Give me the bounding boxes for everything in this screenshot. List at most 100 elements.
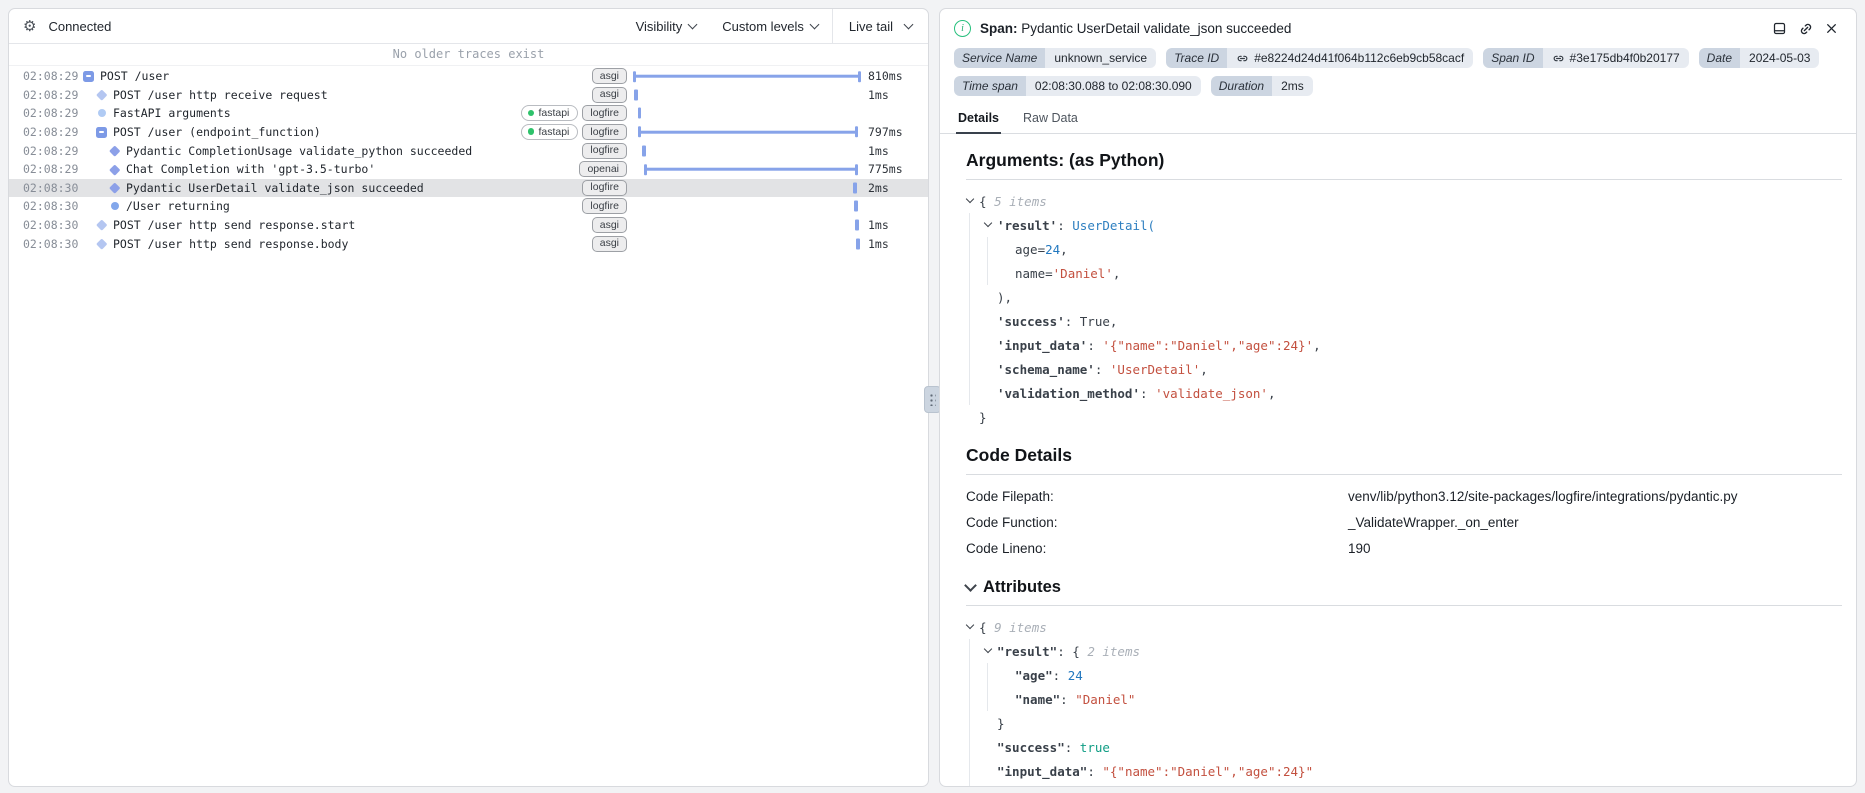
token: 'success': [997, 313, 1065, 329]
badge-trace-id[interactable]: Trace ID #e8224d24d41f064b112c6eb9cb58cac…: [1166, 48, 1474, 68]
live-tail-label: Live tail: [848, 18, 893, 34]
tag-chip-fastapi[interactable]: fastapi: [520, 124, 579, 141]
trace-timestamp: 02:08:29: [23, 125, 79, 140]
trace-row[interactable]: 02:08:30 POST /user http send response.st…: [9, 216, 928, 235]
token: :: [1140, 385, 1156, 401]
tag-chip-fastapi[interactable]: fastapi: [520, 105, 579, 122]
span-instant-tick: [637, 107, 642, 119]
chevron-down-icon: [964, 579, 977, 592]
tag-chip-asgi[interactable]: asgi: [591, 235, 627, 252]
tree-line: { 5 items: [966, 189, 1842, 213]
token: ,: [1313, 337, 1321, 353]
badge-value[interactable]: #e8224d24d41f064b112c6eb9cb58cacf: [1227, 48, 1474, 68]
span-name-label: Chat Completion with 'gpt-3.5-turbo': [126, 162, 376, 177]
tag-chip-logfire[interactable]: logfire: [582, 124, 627, 141]
span-duration-bar: [633, 75, 861, 78]
code-detail-row: Code Filepath: venv/lib/python3.12/site-p…: [966, 484, 1842, 510]
badge-date: Date 2024-05-03: [1698, 48, 1820, 68]
badge-value[interactable]: #3e175db4f0b20177: [1542, 48, 1689, 68]
token: "{"name":"Daniel","age":24}": [1102, 763, 1314, 779]
trace-row[interactable]: 02:08:29 POST /user (endpoint_function) fa…: [9, 123, 928, 142]
tree-line: age= 24,: [966, 237, 1842, 261]
indent-guide: [987, 687, 1002, 711]
live-tail-dropdown[interactable]: Live tail: [831, 9, 928, 43]
duration-label: 2ms: [868, 180, 889, 195]
span-duration-bar: [637, 130, 858, 134]
span-name-label: /User returning: [126, 199, 230, 214]
settings-gear-icon[interactable]: ⚙: [23, 19, 36, 34]
divider: [966, 179, 1842, 180]
detail-tabs: Details Raw Data: [940, 106, 1856, 134]
tree-line: "code.lineno": 190: [966, 783, 1842, 786]
trace-row[interactable]: 02:08:29 FastAPI arguments fastapi logfire: [9, 104, 928, 123]
span-kind-label: Span:: [980, 21, 1018, 36]
token: ,: [1060, 241, 1068, 257]
tree-line: "input_data": "{"name":"Daniel","age":24…: [966, 759, 1842, 783]
icon-shape: [110, 202, 119, 211]
indent-guide: [969, 687, 984, 711]
visibility-dropdown[interactable]: Visibility: [636, 19, 698, 34]
badge-value: unknown_service: [1045, 48, 1157, 68]
no-older-traces-message: No older traces exist: [9, 44, 928, 66]
code-detail-row: Code Function: _ValidateWrapper._on_enter: [966, 510, 1842, 536]
token: 24: [1067, 667, 1083, 683]
info-icon: i: [954, 20, 971, 37]
link-icon[interactable]: [1797, 20, 1814, 37]
badge-time-span: Time span 02:08:30.088 to 02:08:30.090: [954, 76, 1201, 96]
custom-levels-dropdown[interactable]: Custom levels: [722, 19, 820, 34]
icon-shape: [83, 70, 94, 82]
tree-line: }: [966, 711, 1842, 735]
chevron-down-icon: [903, 19, 914, 30]
icon-shape: [97, 109, 106, 118]
trace-row[interactable]: 02:08:29 Pydantic CompletionUsage validat…: [9, 141, 928, 160]
icon-shape: [96, 219, 107, 231]
tree-line: "age": 24: [966, 663, 1842, 687]
tag-chip-logfire[interactable]: logfire: [582, 142, 627, 159]
diamond-icon: [107, 145, 122, 156]
token: 'validation_method': [997, 385, 1140, 401]
dock-bottom-icon[interactable]: [1771, 20, 1788, 37]
tag-chip-asgi[interactable]: asgi: [591, 217, 627, 234]
span-name-label: Pydantic UserDetail validate_json succee…: [126, 180, 424, 195]
badge-span-id[interactable]: Span ID #3e175db4f0b20177: [1483, 48, 1689, 68]
duration-label: 775ms: [868, 162, 903, 177]
code-detail-value: _ValidateWrapper._on_enter: [1348, 515, 1519, 530]
token: :: [1057, 217, 1073, 233]
square-minus-icon[interactable]: [81, 70, 96, 82]
token: :: [1064, 739, 1080, 755]
trace-row[interactable]: 02:08:30/User returning logfire: [9, 197, 928, 216]
tag-chip-logfire[interactable]: logfire: [582, 179, 627, 196]
tag-chip-logfire[interactable]: logfire: [582, 105, 627, 122]
token: 24: [1045, 241, 1061, 257]
close-icon[interactable]: [1823, 20, 1840, 37]
tag-chip-asgi[interactable]: asgi: [591, 68, 627, 85]
tree-line: "result": { 2 items: [966, 639, 1842, 663]
attributes-collapse-header[interactable]: Attributes: [964, 578, 1842, 597]
tag-chip-asgi[interactable]: asgi: [591, 86, 627, 103]
span-title: Pydantic UserDetail validate_json succee…: [1021, 21, 1292, 36]
green-dot-icon: [527, 109, 535, 117]
badge-service-name: Service Name unknown_service: [954, 48, 1157, 68]
tab-details[interactable]: Details: [956, 106, 1001, 134]
token: 2 items: [1087, 643, 1141, 659]
token: 'UserDetail': [1109, 361, 1201, 377]
tag-chip-openai[interactable]: openai: [579, 161, 627, 178]
diamond-icon: [94, 219, 109, 231]
tree-line: { 9 items: [966, 615, 1842, 639]
square-minus-icon[interactable]: [94, 126, 109, 138]
trace-row[interactable]: 02:08:30 Pydantic UserDetail validate_jso…: [9, 178, 928, 198]
trace-timestamp: 02:08:30: [23, 199, 79, 214]
tag-chip-logfire[interactable]: logfire: [582, 198, 627, 215]
tab-raw-data[interactable]: Raw Data: [1021, 106, 1080, 133]
indent-guide: [969, 639, 984, 663]
span-detail-panel: i Span: Pydantic UserDetail validate_jso…: [939, 8, 1857, 787]
trace-row[interactable]: 02:08:29 POST /user asgi 810ms: [9, 67, 928, 86]
timeline-bar-area: [633, 123, 861, 142]
indent-guide: [969, 711, 984, 735]
trace-row[interactable]: 02:08:29 POST /user http receive request a…: [9, 86, 928, 105]
token: : True,: [1064, 313, 1118, 329]
timeline-bar-area: [633, 141, 861, 160]
trace-row[interactable]: 02:08:30 POST /user http send response.bo…: [9, 234, 928, 253]
indent-guide: [969, 381, 984, 405]
trace-row[interactable]: 02:08:29 Chat Completion with 'gpt-3.5-tu…: [9, 160, 928, 179]
